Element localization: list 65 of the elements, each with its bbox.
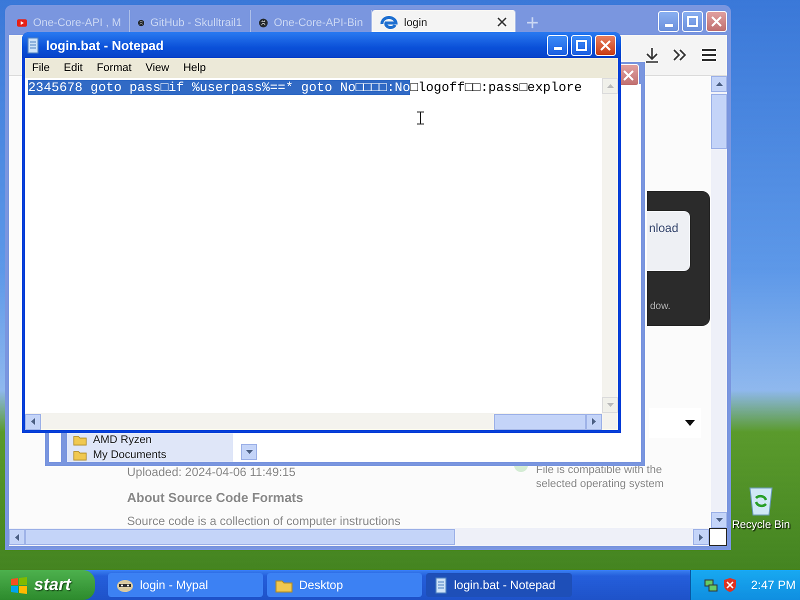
taskbar-button[interactable]: Desktop: [267, 573, 422, 597]
scroll-left-button[interactable]: [25, 414, 41, 430]
menu-icon[interactable]: [701, 48, 717, 62]
swirl-icon: [380, 16, 398, 30]
clock: 2:47 PM: [751, 578, 796, 592]
arrow-down-icon: [714, 516, 724, 524]
arrow-up-icon: [714, 80, 724, 88]
minimize-icon: [664, 24, 672, 26]
scroll-right-button[interactable]: [586, 414, 602, 430]
arrow-down-icon: [244, 448, 254, 456]
arrow-left-icon: [28, 417, 38, 426]
notice-text: dow.: [650, 301, 671, 312]
scroll-down-button[interactable]: [711, 512, 727, 528]
scroll-down-button[interactable]: [241, 444, 257, 460]
minimize-button[interactable]: [658, 11, 679, 32]
close-button[interactable]: [595, 34, 616, 56]
folder-item[interactable]: AMD Ryzen: [73, 432, 233, 447]
close-icon: [622, 70, 634, 80]
menu-item[interactable]: File: [25, 62, 57, 74]
download-icon[interactable]: [645, 47, 659, 63]
close-icon: [711, 16, 722, 27]
uploaded-date: Uploaded: 2024-04-06 11:49:15: [127, 465, 296, 479]
play-icon: [17, 16, 27, 28]
window-title: login.bat - Notepad: [46, 38, 165, 52]
folder-icon: [73, 448, 87, 460]
flag-icon: [10, 576, 28, 594]
folder-item[interactable]: My Documents: [73, 447, 233, 462]
scrollbar-thumb[interactable]: [25, 529, 455, 545]
close-icon: [600, 40, 611, 50]
scroll-left-button[interactable]: [9, 529, 25, 545]
chevrons-icon[interactable]: [673, 49, 687, 61]
animal-icon: [116, 577, 134, 593]
maximize-button[interactable]: [682, 11, 703, 32]
body-paragraph: Source code is a collection of computer instructions: [127, 514, 400, 528]
scrollbar-thumb[interactable]: [494, 414, 586, 430]
arrow-right-icon: [590, 417, 598, 426]
minimize-button[interactable]: [547, 34, 568, 56]
shield-icon[interactable]: [723, 577, 737, 593]
download-button[interactable]: nload: [647, 211, 690, 271]
taskbar-button[interactable]: login - Mypal: [108, 573, 263, 597]
menu-item[interactable]: View: [138, 62, 176, 74]
maximize-icon: [687, 16, 698, 27]
scroll-right-button[interactable]: [693, 529, 709, 545]
maximize-button[interactable]: [571, 34, 592, 56]
maximize-icon: [576, 40, 587, 50]
arrow-right-icon: [696, 532, 706, 542]
menu-item[interactable]: Format: [90, 62, 139, 74]
dropdown-arrow-icon: [685, 420, 695, 426]
menu-item[interactable]: Edit: [56, 62, 90, 74]
menu-item[interactable]: Help: [176, 62, 213, 74]
scroll-up-button[interactable]: [711, 76, 727, 92]
text-cursor-icon: [417, 111, 424, 125]
arrow-up-icon: [606, 82, 614, 90]
arrow-down-icon: [606, 400, 614, 410]
close-button[interactable]: [706, 11, 727, 32]
section-heading: About Source Code Formats: [127, 490, 304, 505]
minimize-icon: [554, 47, 562, 50]
scrollbar-thumb[interactable]: [711, 94, 727, 149]
network-icon[interactable]: [703, 577, 719, 593]
arrow-left-icon: [12, 532, 22, 542]
notepad-icon: [434, 576, 448, 594]
notepad-icon: [26, 36, 40, 54]
folder-icon: [275, 578, 293, 592]
taskbar-button[interactable]: login.bat - Notepad: [426, 573, 572, 597]
icon-label[interactable]: Recycle Bin: [732, 519, 790, 531]
